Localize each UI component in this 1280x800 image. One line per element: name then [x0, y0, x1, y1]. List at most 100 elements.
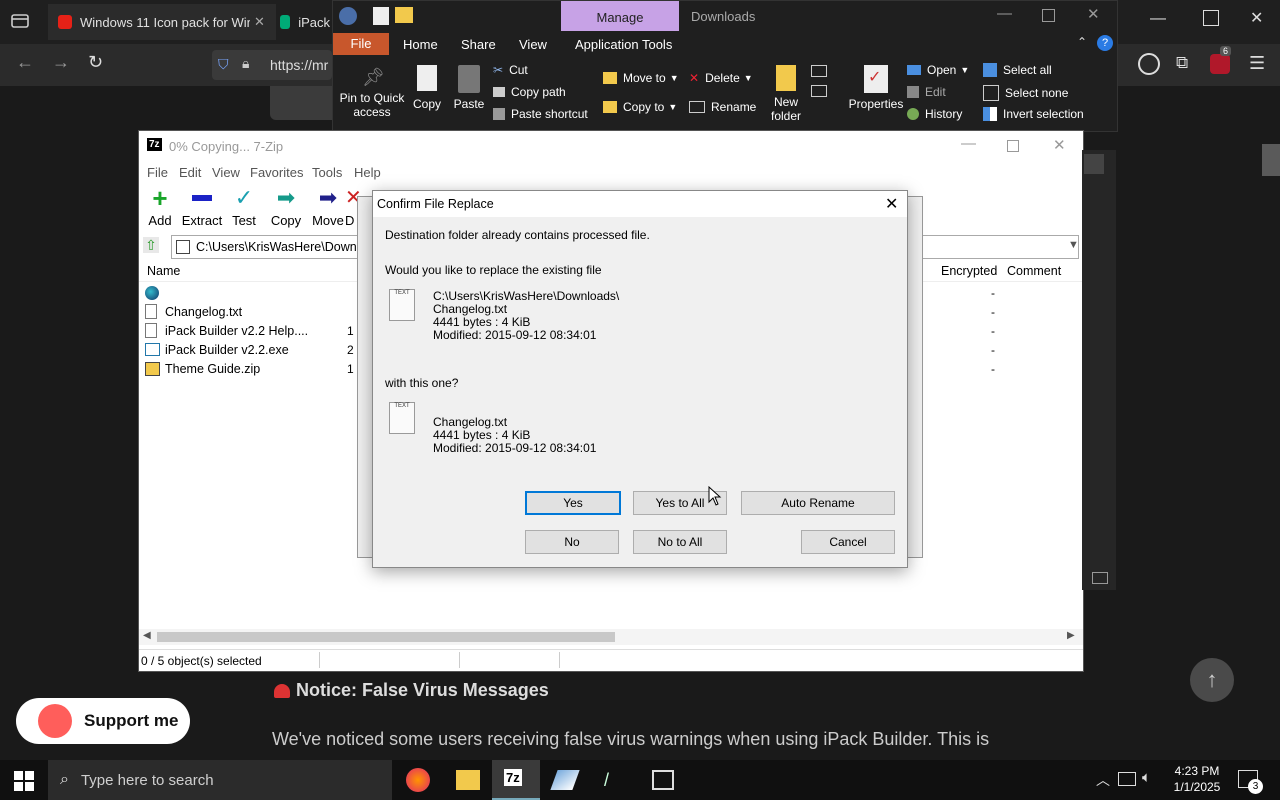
maximize-icon[interactable]: [1042, 9, 1055, 22]
browser-tab-active[interactable]: Windows 11 Icon pack for Windo ✕: [48, 4, 276, 40]
extract-button[interactable]: Extract: [181, 187, 223, 228]
menu-file[interactable]: File: [147, 165, 168, 180]
network-icon[interactable]: [1118, 772, 1136, 786]
paste-button[interactable]: Paste: [449, 65, 489, 111]
notifications-icon[interactable]: 3: [1238, 770, 1263, 794]
ribbon-tab-view[interactable]: View: [519, 37, 547, 52]
auto-rename-button[interactable]: Auto Rename: [741, 491, 895, 515]
ublock-icon[interactable]: 6: [1210, 46, 1232, 74]
select-none-button[interactable]: Select none: [983, 85, 1068, 101]
copy-button[interactable]: ➡ Copy: [265, 187, 307, 229]
support-me-button[interactable]: Support me: [16, 698, 190, 744]
reload-icon[interactable]: ↻: [88, 52, 103, 73]
window-app-icon[interactable]: [652, 770, 674, 790]
address-bar[interactable]: ⛉ 🔒︎ https://mr: [212, 50, 332, 80]
menu-favorites[interactable]: Favorites: [250, 165, 303, 180]
maximize-icon[interactable]: [1007, 140, 1019, 152]
cut-button[interactable]: ✂ Cut: [493, 63, 528, 77]
no-to-all-button[interactable]: No to All: [633, 530, 727, 554]
pin-quick-access-button[interactable]: 📌︎ Pin to Quick access: [339, 67, 405, 119]
close-icon[interactable]: ✕: [1087, 5, 1100, 23]
delete-button[interactable]: ✕ Delete ▼: [689, 71, 753, 85]
new-item-icon[interactable]: [811, 65, 831, 101]
properties-quick-icon[interactable]: [373, 7, 389, 25]
menu-icon[interactable]: ☰: [1249, 53, 1265, 74]
help-icon[interactable]: ?: [1097, 35, 1113, 51]
ribbon-tab-application-tools[interactable]: Application Tools: [575, 37, 672, 52]
tab-overview-icon[interactable]: [10, 12, 30, 30]
windows-start-icon[interactable]: [14, 771, 34, 791]
scroll-to-top-button[interactable]: ↑: [1190, 658, 1234, 702]
collapse-ribbon-icon[interactable]: ⌃: [1077, 35, 1087, 49]
close-icon[interactable]: ✕: [885, 194, 898, 214]
minimize-icon[interactable]: —: [961, 135, 976, 152]
app-icon[interactable]: /: [604, 770, 624, 790]
rename-button[interactable]: Rename: [689, 100, 756, 114]
add-button[interactable]: + Add: [139, 185, 181, 228]
list-item[interactable]: iPack Builder v2.2.exe: [145, 340, 289, 359]
scroll-right-icon[interactable]: ▶: [1067, 630, 1075, 641]
menu-view[interactable]: View: [212, 165, 240, 180]
yes-button[interactable]: Yes: [525, 491, 621, 515]
manage-tab[interactable]: Manage: [561, 1, 679, 31]
scroll-left-icon[interactable]: ◀: [143, 630, 151, 641]
firefox-icon[interactable]: [406, 768, 430, 792]
close-icon[interactable]: ✕: [1250, 8, 1263, 28]
list-item[interactable]: iPack Builder v2.2 Help....: [145, 321, 308, 340]
open-button[interactable]: Open ▼: [907, 63, 969, 77]
list-item[interactable]: Changelog.txt: [145, 302, 242, 321]
forward-icon[interactable]: →: [52, 52, 70, 73]
menu-help[interactable]: Help: [354, 165, 381, 180]
paste-shortcut-button[interactable]: Paste shortcut: [493, 107, 588, 121]
copy-path-button[interactable]: Copy path: [493, 85, 566, 99]
list-item[interactable]: Theme Guide.zip: [145, 359, 260, 378]
ribbon-tab-file[interactable]: File: [333, 33, 389, 55]
list-item[interactable]: [145, 283, 165, 302]
close-icon[interactable]: ✕: [1053, 136, 1066, 154]
cancel-button[interactable]: Cancel: [801, 530, 895, 554]
taskbar-sevenzip[interactable]: 7z: [492, 760, 540, 800]
edit-button[interactable]: Edit: [907, 85, 946, 99]
column-comment[interactable]: Comment: [1007, 264, 1061, 278]
column-encrypted[interactable]: Encrypted: [941, 264, 997, 278]
horizontal-scrollbar[interactable]: ◀ ▶: [139, 629, 1083, 645]
ribbon-tab-share[interactable]: Share: [461, 37, 496, 52]
select-all-button[interactable]: Select all: [983, 63, 1052, 77]
minimize-icon[interactable]: —: [997, 5, 1012, 22]
minimize-icon[interactable]: —: [1150, 10, 1166, 28]
history-button[interactable]: History: [907, 107, 962, 121]
clock[interactable]: 4:23 PM 1/1/2025: [1170, 763, 1224, 795]
scrollbar-thumb[interactable]: [157, 632, 615, 642]
new-folder-button[interactable]: New folder: [763, 65, 809, 123]
account-icon[interactable]: [1138, 53, 1160, 75]
view-icon[interactable]: [1092, 572, 1108, 584]
properties-button[interactable]: ✓ Properties: [847, 65, 905, 111]
test-button[interactable]: ✓ Test: [223, 187, 265, 229]
quick-access-icon[interactable]: [339, 7, 357, 25]
menu-edit[interactable]: Edit: [179, 165, 201, 180]
chevron-up-icon[interactable]: ︿: [1096, 770, 1110, 790]
new-folder-quick-icon[interactable]: [395, 7, 413, 23]
move-to-button[interactable]: Move to ▼: [603, 71, 679, 85]
chevron-down-icon[interactable]: ▼: [1068, 239, 1079, 251]
volume-muted-icon[interactable]: 🔈︎: [1142, 769, 1151, 786]
menu-tools[interactable]: Tools: [312, 165, 342, 180]
extensions-icon[interactable]: ⧉: [1176, 53, 1188, 73]
search-icon[interactable]: [1084, 154, 1104, 174]
up-folder-icon[interactable]: ⇧: [143, 237, 159, 253]
no-button[interactable]: No: [525, 530, 619, 554]
tab-close-icon[interactable]: ✕: [254, 14, 265, 30]
page-scrollbar-thumb[interactable]: [1262, 144, 1280, 176]
copy-to-button[interactable]: Copy to ▼: [603, 100, 677, 114]
column-name[interactable]: Name: [147, 264, 180, 278]
file-explorer-icon[interactable]: [456, 770, 480, 790]
ribbon-tab-home[interactable]: Home: [403, 37, 438, 52]
taskbar-search-box[interactable]: ⌕ Type here to search: [48, 760, 392, 800]
invert-selection-button[interactable]: Invert selection: [983, 107, 1084, 121]
notepad-app-icon[interactable]: [550, 770, 580, 790]
copy-button[interactable]: Copy: [409, 65, 445, 111]
restore-icon[interactable]: [1203, 10, 1219, 26]
move-button[interactable]: ➡ Move: [307, 187, 349, 229]
back-icon[interactable]: ←: [16, 52, 34, 73]
browser-tab[interactable]: iPack: [280, 4, 330, 40]
